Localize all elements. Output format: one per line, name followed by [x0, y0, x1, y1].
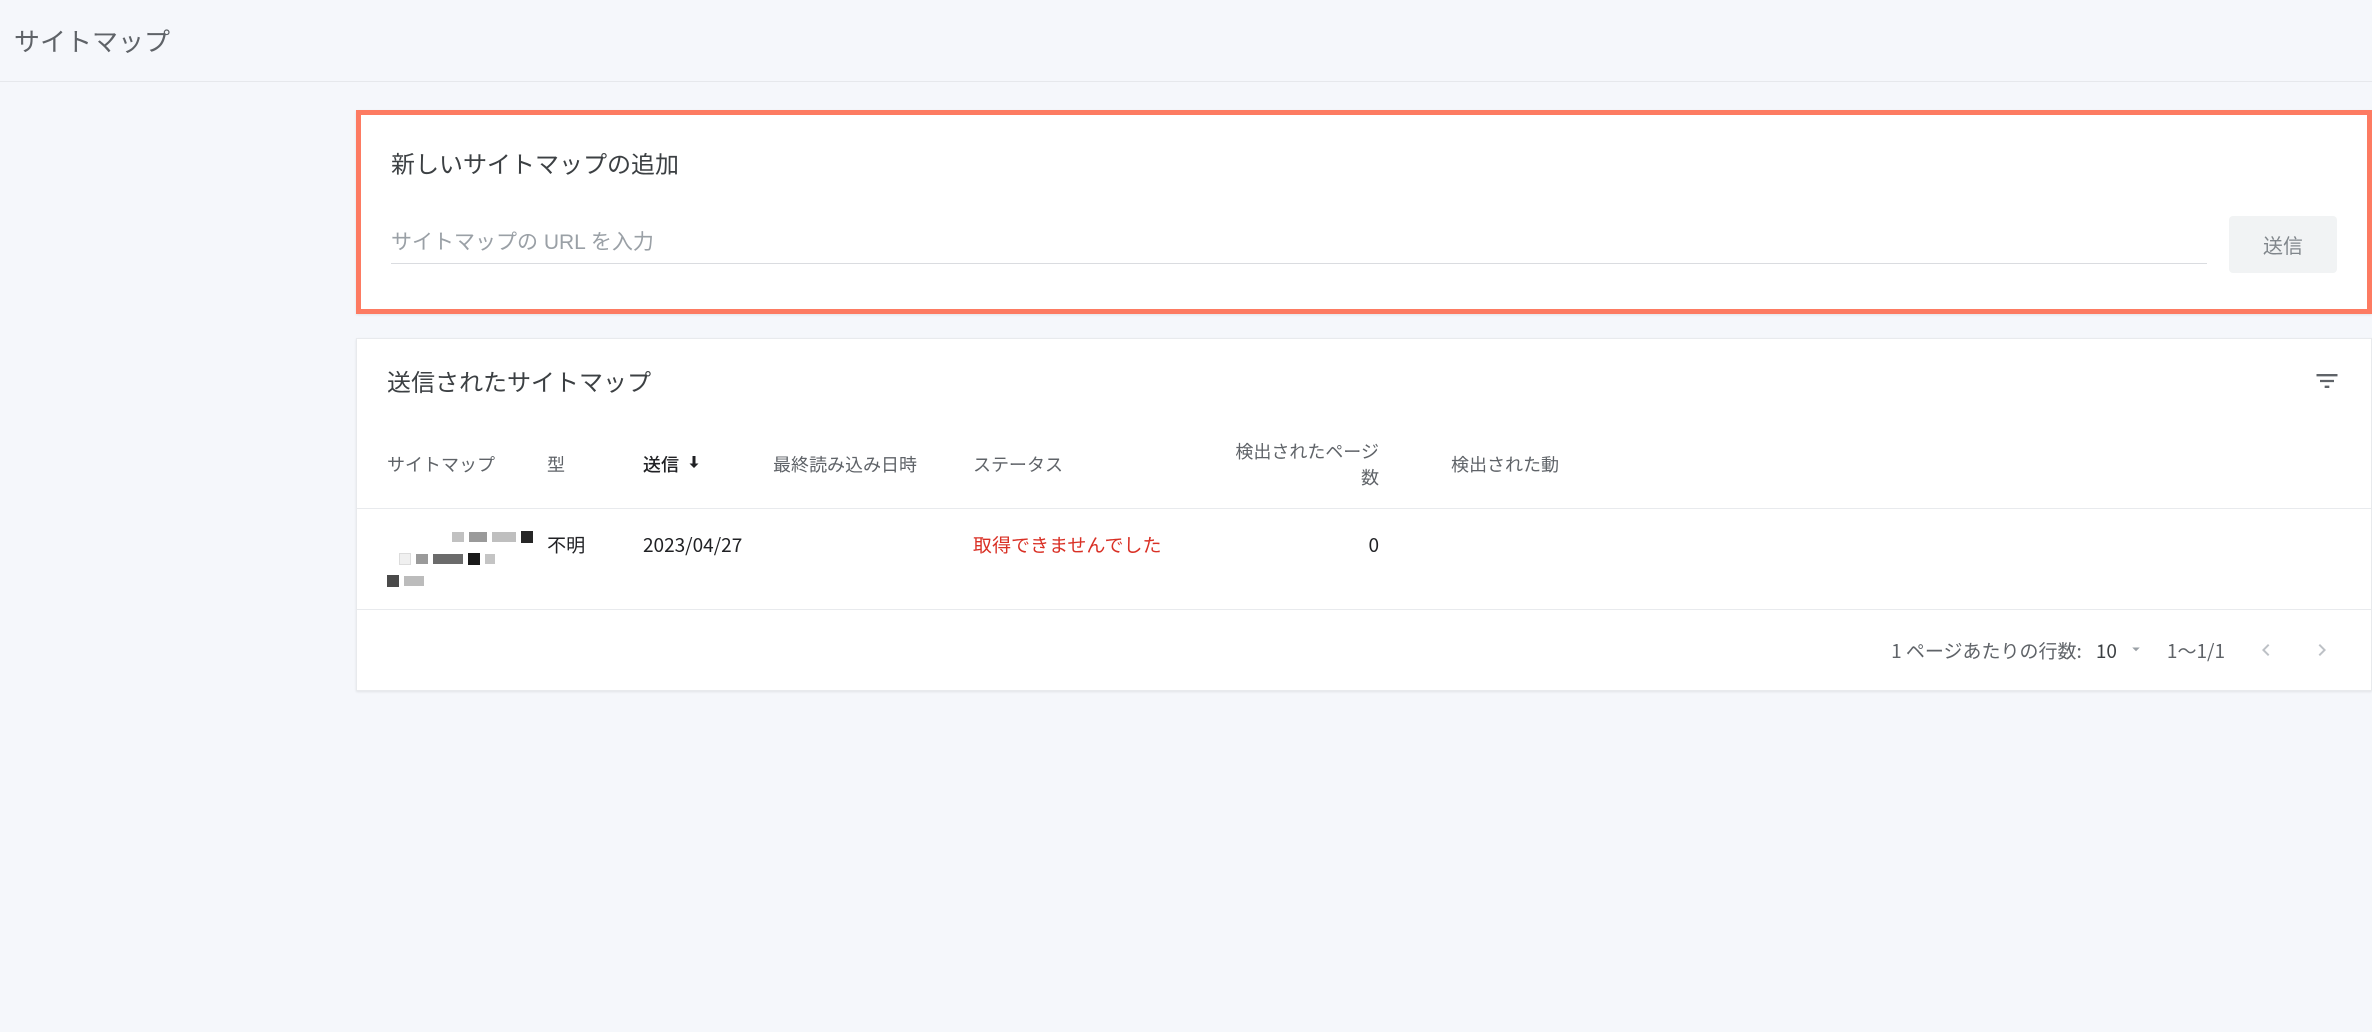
page-range: 1～1/1 [2167, 637, 2225, 664]
col-status: ステータス [973, 451, 1219, 477]
cell-sitemap [387, 531, 547, 587]
cell-type: 不明 [547, 531, 643, 558]
submitted-sitemaps-card: 送信されたサイトマップ サイトマップ 型 送信 [356, 338, 2372, 691]
list-title: 送信されたサイトマップ [387, 363, 651, 398]
col-pages: 検出されたページ数 [1219, 438, 1379, 490]
cell-status: 取得できませんでした [973, 531, 1219, 558]
prev-page-button[interactable] [2247, 632, 2283, 668]
submit-button[interactable]: 送信 [2229, 216, 2337, 273]
add-sitemap-row: 送信 [391, 216, 2337, 273]
list-header: 送信されたサイトマップ [357, 339, 2371, 422]
col-videos: 検出された動 [1451, 451, 2341, 477]
col-sitemap: サイトマップ [387, 451, 547, 477]
col-last-read: 最終読み込み日時 [773, 451, 973, 477]
dropdown-arrow-icon [2127, 637, 2145, 664]
arrow-down-icon [685, 451, 703, 477]
rows-per-page-label: 1 ページあたりの行数: [1891, 637, 2082, 664]
col-sent[interactable]: 送信 [643, 451, 773, 477]
cell-sent: 2023/04/27 [643, 531, 773, 558]
content-area: 新しいサイトマップの追加 送信 送信されたサイトマップ サイトマップ 型 送信 [0, 82, 2372, 755]
sitemap-table: サイトマップ 型 送信 最終読み込み日時 ステータス 検出されたページ数 検出さ… [357, 422, 2371, 690]
table-row[interactable]: 不明 2023/04/27 取得できませんでした 0 [357, 509, 2371, 610]
pagination: 1 ページあたりの行数: 10 1～1/1 [357, 610, 2371, 690]
cell-pages: 0 [1219, 531, 1379, 558]
rows-per-page-dropdown[interactable]: 10 [2096, 637, 2145, 664]
sitemap-url-input[interactable] [391, 225, 2207, 264]
add-sitemap-title: 新しいサイトマップの追加 [391, 145, 2337, 180]
redacted-sitemap-name [387, 531, 547, 587]
col-sent-label: 送信 [643, 451, 679, 477]
col-type: 型 [547, 451, 643, 477]
filter-icon[interactable] [2313, 367, 2341, 395]
page-title: サイトマップ [14, 22, 2358, 59]
page-header: サイトマップ [0, 0, 2372, 82]
rows-per-page: 1 ページあたりの行数: 10 [1891, 637, 2145, 664]
next-page-button[interactable] [2305, 632, 2341, 668]
add-sitemap-card: 新しいサイトマップの追加 送信 [356, 110, 2372, 314]
rows-per-page-value: 10 [2096, 637, 2117, 664]
table-header: サイトマップ 型 送信 最終読み込み日時 ステータス 検出されたページ数 検出さ… [357, 422, 2371, 509]
